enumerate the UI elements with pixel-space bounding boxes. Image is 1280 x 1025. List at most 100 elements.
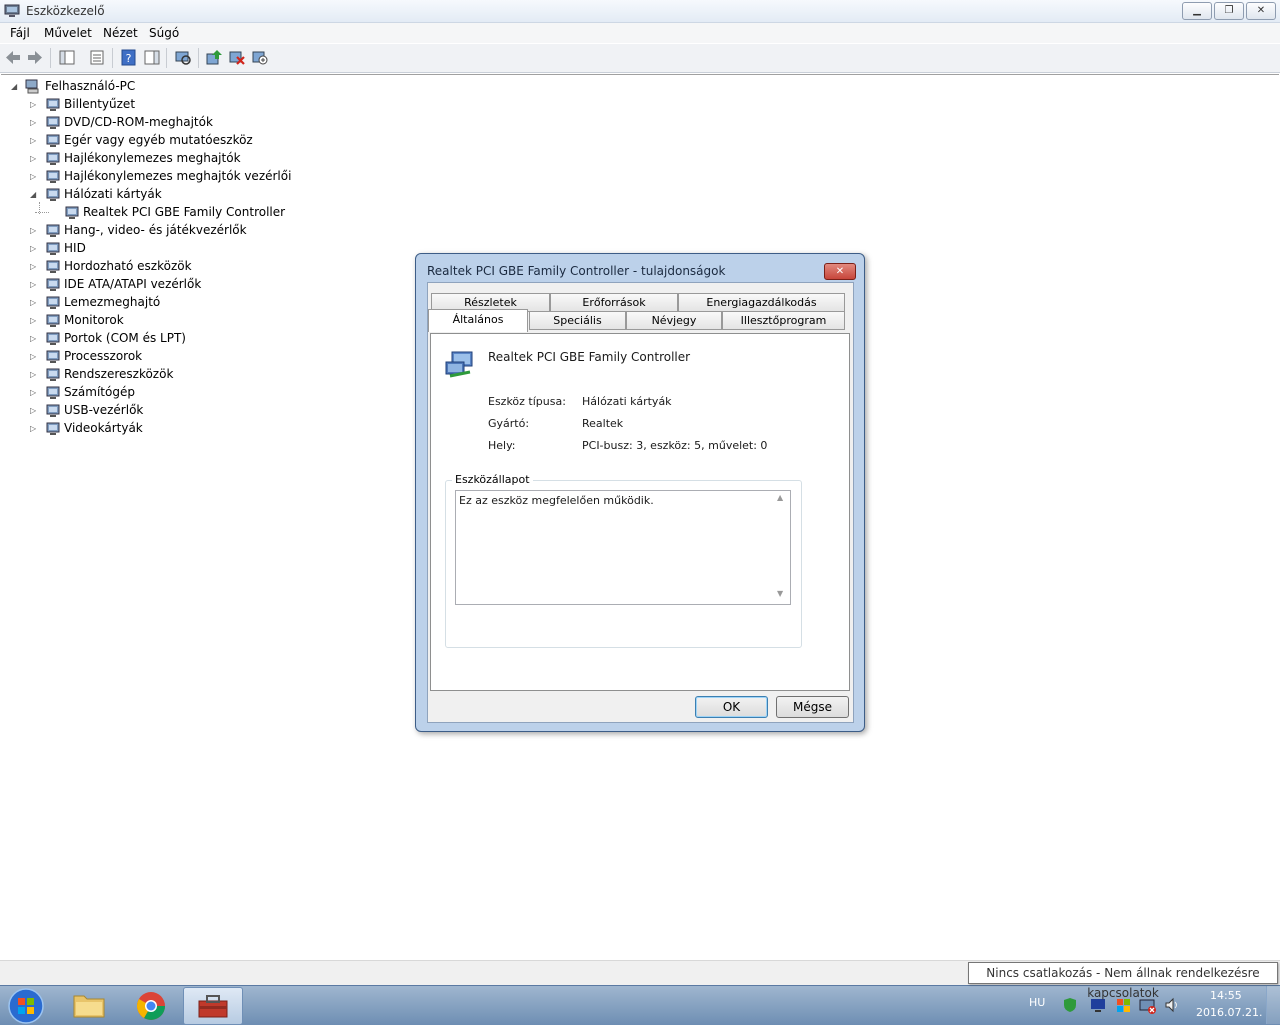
- expand-arrow-icon[interactable]: ▷: [30, 298, 38, 308]
- expand-arrow-icon[interactable]: ▷: [30, 316, 38, 326]
- portable-device-icon: [46, 260, 60, 273]
- restore-button[interactable]: ❐: [1214, 2, 1244, 20]
- explorer-folder-icon[interactable]: [72, 990, 106, 1020]
- tree-item-label: USB-vezérlők: [64, 403, 144, 417]
- expand-arrow-icon[interactable]: ▷: [30, 136, 38, 146]
- title-bar[interactable]: Eszközkezelő ▁ ❐ ✕: [0, 0, 1280, 23]
- chrome-icon[interactable]: [135, 990, 167, 1022]
- tab-about[interactable]: Névjegy: [626, 311, 722, 330]
- dialog-title: Realtek PCI GBE Family Controller - tula…: [427, 264, 726, 278]
- input-language[interactable]: HU: [1029, 996, 1045, 1009]
- menu-help[interactable]: Súgó: [149, 26, 179, 40]
- security-shield-icon[interactable]: [1062, 997, 1078, 1013]
- properties-icon[interactable]: [88, 49, 106, 66]
- monitor-icon: [46, 314, 60, 327]
- expand-arrow-icon[interactable]: ▷: [30, 388, 38, 398]
- taskbar-device-manager-button[interactable]: [183, 987, 243, 1025]
- tree-item-label: Hajlékonylemezes meghajtók vezérlői: [64, 169, 292, 183]
- expand-arrow-icon[interactable]: ▷: [30, 370, 38, 380]
- device-status-textbox[interactable]: Ez az eszköz megfelelően működik. ▲ ▼: [455, 490, 791, 605]
- menu-view[interactable]: Nézet: [103, 26, 138, 40]
- disable-device-icon[interactable]: [251, 49, 269, 66]
- forward-arrow-icon[interactable]: [26, 49, 44, 66]
- collapse-arrow-icon[interactable]: ◢: [11, 82, 19, 92]
- toolbox-icon: [198, 995, 228, 1018]
- tree-connector-line: [39, 202, 40, 214]
- back-arrow-icon[interactable]: [4, 49, 22, 66]
- device-manager-icon: [4, 4, 20, 17]
- scan-hardware-icon[interactable]: [174, 49, 192, 66]
- keyboard-icon: [46, 98, 60, 111]
- dialog-body: Részletek Erőforrások Energiagazdálkodás…: [427, 282, 854, 723]
- expand-arrow-icon[interactable]: ▷: [30, 262, 38, 272]
- expand-arrow-icon[interactable]: ▷: [30, 154, 38, 164]
- dialog-close-button[interactable]: ✕: [824, 263, 856, 280]
- tree-item-label: Rendszereszközök: [64, 367, 174, 381]
- tree-item-label: Hálózati kártyák: [64, 187, 162, 201]
- uninstall-device-icon[interactable]: [228, 49, 246, 66]
- status-scrollbar[interactable]: ▲ ▼: [773, 491, 789, 603]
- expand-arrow-icon[interactable]: ▷: [30, 406, 38, 416]
- expand-arrow-icon[interactable]: ▷: [30, 280, 38, 290]
- show-desktop-button[interactable]: [1266, 986, 1280, 1024]
- update-driver-icon[interactable]: [205, 49, 223, 66]
- menu-file[interactable]: Fájl: [10, 26, 30, 40]
- tab-power-management[interactable]: Energiagazdálkodás: [678, 293, 845, 312]
- expand-arrow-icon[interactable]: ▷: [30, 100, 38, 110]
- cancel-button[interactable]: Mégse: [776, 696, 849, 718]
- toolbar: [0, 44, 1280, 73]
- tree-root-label: Felhasználó-PC: [45, 79, 136, 93]
- tab-driver[interactable]: Illesztőprogram: [722, 311, 845, 330]
- start-button-icon[interactable]: [6, 987, 46, 1025]
- expand-arrow-icon[interactable]: ▷: [30, 352, 38, 362]
- tab-general[interactable]: Általános: [428, 309, 528, 332]
- ide-controller-icon: [46, 278, 60, 291]
- prop-label-type: Eszköz típusa:: [488, 395, 566, 408]
- tree-item-label: Hajlékonylemezes meghajtók: [64, 151, 241, 165]
- speaker-icon: [46, 224, 60, 237]
- tab-advanced[interactable]: Speciális: [529, 311, 626, 330]
- prop-value-location: PCI-busz: 3, eszköz: 5, művelet: 0: [582, 439, 768, 452]
- toolbar-separator: [112, 48, 113, 68]
- processor-icon: [46, 350, 60, 363]
- expand-arrow-icon[interactable]: ▷: [30, 172, 38, 182]
- tab-resources[interactable]: Erőforrások: [550, 293, 678, 312]
- ok-button[interactable]: OK: [695, 696, 768, 718]
- scroll-up-icon[interactable]: ▲: [777, 493, 783, 502]
- expand-arrow-icon[interactable]: ▷: [30, 334, 38, 344]
- volume-icon[interactable]: [1164, 997, 1180, 1013]
- collapse-arrow-icon[interactable]: ◢: [30, 190, 38, 200]
- expand-arrow-icon[interactable]: ▷: [30, 424, 38, 434]
- tree-item-label: IDE ATA/ATAPI vezérlők: [64, 277, 202, 291]
- menu-bar: [0, 23, 1280, 43]
- expand-arrow-icon[interactable]: ▷: [30, 118, 38, 128]
- clock-date[interactable]: 2016.07.21.: [1196, 1006, 1262, 1019]
- window-title: Eszközkezelő: [26, 4, 105, 18]
- tree-item-label: Processzorok: [64, 349, 143, 363]
- tree-connector-line: [35, 212, 49, 213]
- hid-icon: [46, 242, 60, 255]
- dvd-drive-icon: [46, 116, 60, 129]
- prop-label-manufacturer: Gyártó:: [488, 417, 530, 430]
- show-hide-console-tree-icon[interactable]: [58, 49, 76, 66]
- expand-arrow-icon[interactable]: ▷: [30, 244, 38, 254]
- device-status-text: Ez az eszköz megfelelően működik.: [459, 494, 654, 507]
- tree-item-label: Számítógép: [64, 385, 135, 399]
- close-button[interactable]: ✕: [1246, 2, 1276, 20]
- computer-icon: [46, 386, 60, 399]
- tree-item-label: Portok (COM és LPT): [64, 331, 186, 345]
- tree-item-label: Realtek PCI GBE Family Controller: [83, 205, 286, 219]
- minimize-button[interactable]: ▁: [1182, 2, 1212, 20]
- display-adapter-icon: [46, 422, 60, 435]
- floppy-controller-icon: [46, 170, 60, 183]
- show-hide-action-pane-icon[interactable]: [143, 49, 161, 66]
- menu-action[interactable]: Művelet: [44, 26, 92, 40]
- tree-item-label: HID: [64, 241, 86, 255]
- floppy-drive-icon: [46, 152, 60, 165]
- expand-arrow-icon[interactable]: ▷: [30, 226, 38, 236]
- network-adapter-icon: [445, 351, 473, 378]
- scroll-down-icon[interactable]: ▼: [777, 589, 783, 598]
- help-icon[interactable]: ?: [120, 49, 138, 66]
- port-icon: [46, 332, 60, 345]
- clock-time[interactable]: 14:55: [1210, 989, 1242, 1002]
